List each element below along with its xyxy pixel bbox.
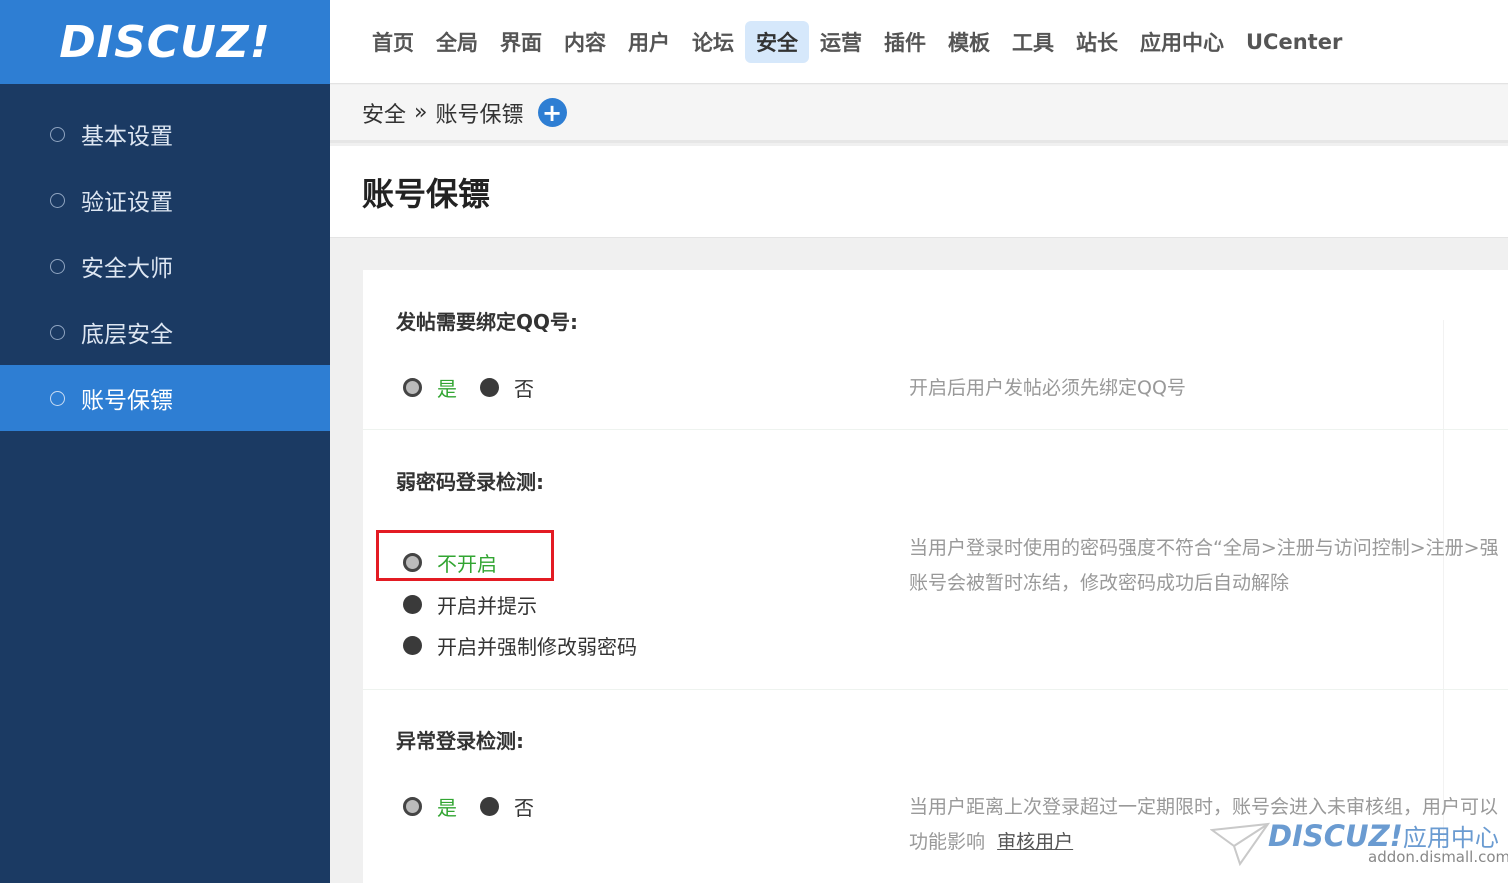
- setting-qq-binding: 发帖需要绑定QQ号: 是 否 开启后用户发帖必须先绑定QQ号: [363, 270, 1508, 430]
- radio-checked-icon: [403, 797, 422, 816]
- radio-label: 开启并提示: [437, 594, 537, 618]
- radio-checked-icon: [403, 378, 422, 397]
- radio-unchecked-icon: [403, 636, 422, 655]
- sidebar-item-label: 基本设置: [81, 124, 173, 150]
- sidebar-item-low-level-security[interactable]: 底层安全: [0, 299, 330, 365]
- sidebar-item-security-master[interactable]: 安全大师: [0, 233, 330, 299]
- breadcrumb: 安全 » 账号保镖 +: [330, 85, 1508, 143]
- setting-description: 当用户登录时使用的密码强度不符合“全局>注册与访问控制>注册>强 账号会被暂时冻…: [909, 531, 1499, 601]
- tab-app-center[interactable]: 应用中心: [1129, 21, 1235, 63]
- tab-security[interactable]: 安全: [745, 20, 809, 63]
- radio-weak-prompt[interactable]: 开启并提示: [403, 590, 537, 619]
- tab-users[interactable]: 用户: [617, 21, 681, 63]
- tab-ucenter[interactable]: UCenter: [1235, 24, 1353, 60]
- add-icon[interactable]: +: [537, 98, 567, 127]
- radio-label: 是: [437, 377, 457, 401]
- radio-qq-no[interactable]: 否: [480, 373, 534, 402]
- highlight-box: [376, 530, 554, 581]
- tab-home[interactable]: 首页: [361, 21, 425, 63]
- circle-icon: [50, 390, 65, 406]
- page-header: 账号保镖: [330, 146, 1508, 238]
- tab-plugins[interactable]: 插件: [873, 21, 937, 63]
- radio-unchecked-icon: [480, 378, 499, 397]
- tab-forum[interactable]: 论坛: [681, 21, 745, 63]
- circle-icon: [50, 324, 65, 340]
- radio-weak-force[interactable]: 开启并强制修改弱密码: [403, 631, 637, 660]
- description-line: 账号会被暂时冻结，修改密码成功后自动解除: [909, 572, 1290, 594]
- tab-webmaster[interactable]: 站长: [1065, 21, 1129, 63]
- tab-templates[interactable]: 模板: [937, 21, 1001, 63]
- sidebar-nav: 基本设置 验证设置 安全大师 底层安全 账号保镖: [0, 84, 330, 431]
- logo[interactable]: DISCUZ!: [0, 0, 330, 84]
- tab-content[interactable]: 内容: [553, 21, 617, 63]
- sidebar-item-basic-settings[interactable]: 基本设置: [0, 101, 330, 167]
- radio-label: 是: [437, 796, 457, 820]
- description-text: 功能影响: [909, 831, 986, 853]
- radio-label: 否: [514, 377, 534, 401]
- breadcrumb-parent[interactable]: 安全: [362, 97, 406, 129]
- logo-text: DISCUZ!: [59, 16, 271, 68]
- setting-label: 异常登录检测:: [396, 729, 524, 753]
- radio-label: 否: [514, 796, 534, 820]
- watermark: DISCUZ!应用中心 addon.dismall.com: [1210, 818, 1508, 883]
- sidebar: DISCUZ! 基本设置 验证设置 安全大师 底层安全 账号保镖: [0, 0, 330, 883]
- setting-description: 开启后用户发帖必须先绑定QQ号: [909, 377, 1186, 399]
- review-users-link[interactable]: 审核用户: [997, 831, 1073, 853]
- description-line: 当用户登录时使用的密码强度不符合“全局>注册与访问控制>注册>强: [909, 537, 1499, 559]
- page-title: 账号保镖: [362, 174, 491, 213]
- tab-operations[interactable]: 运营: [809, 21, 873, 63]
- radio-unchecked-icon: [403, 595, 422, 614]
- setting-label: 弱密码登录检测:: [396, 470, 544, 494]
- breadcrumb-separator: »: [414, 100, 428, 125]
- setting-label: 发帖需要绑定QQ号:: [396, 310, 579, 334]
- sidebar-item-label: 验证设置: [81, 190, 173, 216]
- sidebar-item-label: 安全大师: [81, 256, 173, 282]
- radio-abnormal-yes[interactable]: 是: [403, 792, 457, 821]
- top-nav: 首页 全局 界面 内容 用户 论坛 安全 运营 插件 模板 工具 站长 应用中心…: [330, 0, 1508, 84]
- radio-abnormal-no[interactable]: 否: [480, 792, 534, 821]
- circle-icon: [50, 192, 65, 208]
- radio-qq-yes[interactable]: 是: [403, 373, 457, 402]
- sidebar-item-account-guard[interactable]: 账号保镖: [0, 365, 330, 431]
- tab-global[interactable]: 全局: [425, 21, 489, 63]
- paper-plane-icon: [1210, 822, 1270, 866]
- circle-icon: [50, 126, 65, 142]
- tab-interface[interactable]: 界面: [489, 21, 553, 63]
- radio-label: 开启并强制修改弱密码: [437, 635, 637, 659]
- sidebar-item-label: 账号保镖: [81, 388, 173, 414]
- tab-tools[interactable]: 工具: [1001, 21, 1065, 63]
- circle-icon: [50, 258, 65, 274]
- watermark-url: addon.dismall.com: [1368, 848, 1508, 866]
- sidebar-item-label: 底层安全: [81, 322, 173, 348]
- radio-unchecked-icon: [480, 797, 499, 816]
- breadcrumb-current: 账号保镖: [435, 102, 524, 128]
- sidebar-item-verify-settings[interactable]: 验证设置: [0, 167, 330, 233]
